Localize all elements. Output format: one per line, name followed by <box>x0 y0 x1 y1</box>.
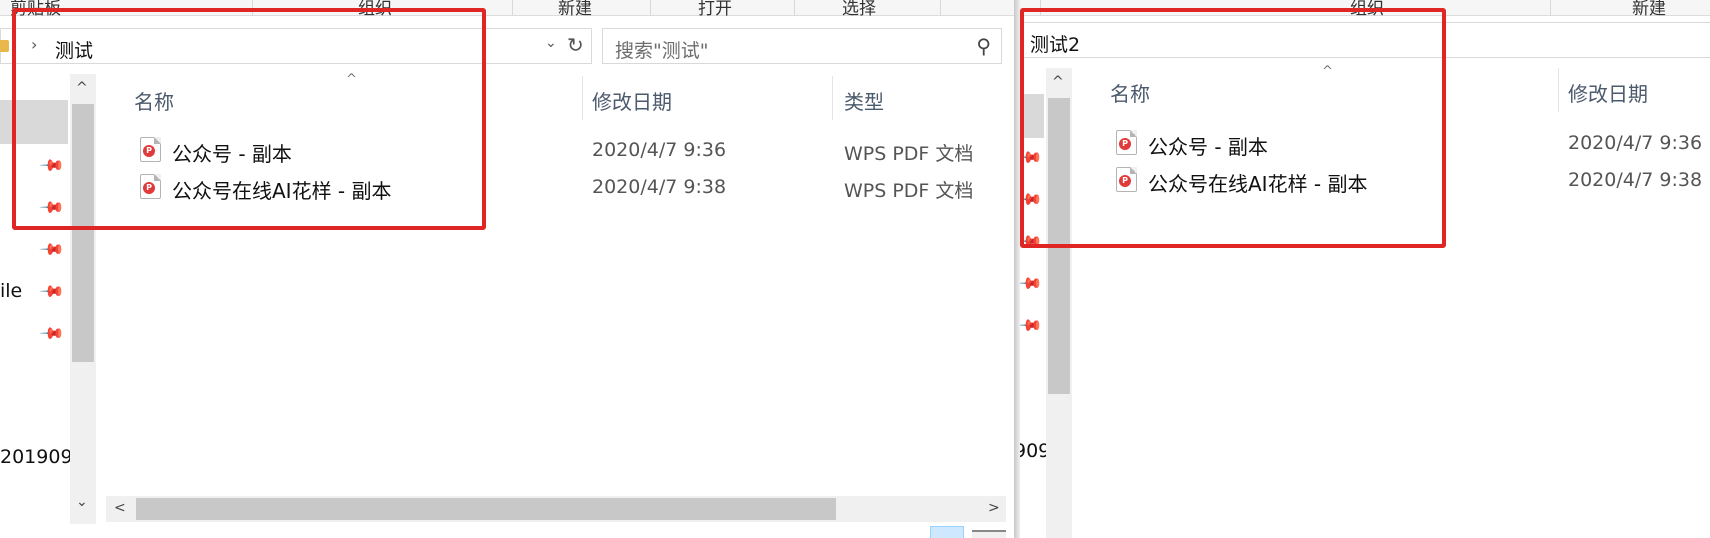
file-type: WPS PDF 文档 <box>844 180 974 202</box>
chevron-down-icon[interactable]: ⌄ <box>545 35 557 51</box>
file-list-horizontal-scrollbar[interactable]: < > <box>106 496 1006 522</box>
column-header-type[interactable]: 类型 <box>844 86 884 115</box>
ribbon-group-clipboard[interactable]: 剪贴板 <box>10 0 61 19</box>
nav-item-file[interactable]: ile <box>0 280 22 302</box>
file-row[interactable]: P 公众号在线AI花样 - 副本 2020/4/7 9:38 WPS PDF 文… <box>100 169 1000 205</box>
pdf-file-icon: P <box>1116 167 1137 192</box>
nav-vertical-scrollbar[interactable]: ^ <box>1046 68 1072 538</box>
refresh-icon[interactable]: ↻ <box>567 33 584 57</box>
scroll-up-icon[interactable]: ^ <box>1052 74 1064 90</box>
navigation-pane: 📌 📌 📌 📌 📌 ile 201909 <box>0 74 73 538</box>
ribbon-strip: 剪贴板 组织 新建 打开 选择 <box>0 0 1014 19</box>
address-bar[interactable]: › 测试 ⌄ ↻ <box>0 28 592 64</box>
nav-item-201909[interactable]: 201909 <box>0 446 73 468</box>
pin-icon: 📌 <box>38 235 66 264</box>
nav-vertical-scrollbar[interactable]: ^ ⌄ <box>70 74 96 524</box>
pin-icon: 📌 <box>1020 143 1044 172</box>
scroll-left-icon[interactable]: < <box>114 500 126 516</box>
file-name[interactable]: 公众号 - 副本 <box>172 138 292 167</box>
ribbon-group-organize[interactable]: 组织 <box>358 0 392 19</box>
column-header-date[interactable]: 修改日期 <box>592 86 672 115</box>
search-box[interactable]: 搜索"测试" ⚲ <box>602 28 1002 64</box>
file-date: 2020/4/7 9:38 <box>592 176 727 198</box>
search-icon[interactable]: ⚲ <box>976 34 991 58</box>
file-name[interactable]: 公众号 - 副本 <box>1148 131 1268 160</box>
sort-ascending-icon: ^ <box>346 72 357 87</box>
file-row[interactable]: P 公众号 - 副本 2020/4/7 9:36 <box>1076 125 1710 161</box>
pin-icon: 📌 <box>1020 269 1044 298</box>
scroll-right-icon[interactable]: > <box>988 500 1000 516</box>
chevron-right-icon[interactable]: › <box>31 35 37 54</box>
file-row[interactable]: P 公众号在线AI花样 - 副本 2020/4/7 9:38 <box>1076 162 1710 198</box>
nav-selected-item[interactable] <box>0 100 68 144</box>
search-placeholder[interactable]: 搜索"测试" <box>615 36 708 63</box>
ribbon-group-open[interactable]: 打开 <box>698 0 732 19</box>
pdf-file-icon: P <box>1116 130 1137 155</box>
scroll-down-icon[interactable]: ⌄ <box>76 494 88 510</box>
address-path[interactable]: 测试 <box>55 36 93 63</box>
ribbon-strip: 组织 新建 <box>1020 0 1710 19</box>
navigation-pane: 📌 📌 📌 📌 📌 909 <box>1020 68 1050 538</box>
file-date: 2020/4/7 9:36 <box>1568 132 1703 154</box>
pin-icon: 📌 <box>1020 227 1044 256</box>
pin-icon: 📌 <box>1020 311 1044 340</box>
pdf-file-icon: P <box>140 174 161 199</box>
file-date: 2020/4/7 9:36 <box>592 139 727 161</box>
pdf-file-icon: P <box>140 137 161 162</box>
folder-icon <box>0 40 9 52</box>
file-name[interactable]: 公众号在线AI花样 - 副本 <box>1148 168 1368 197</box>
large-icons-view-button[interactable] <box>972 530 1006 538</box>
sort-ascending-icon: ^ <box>1322 64 1333 79</box>
explorer-window-left: 剪贴板 组织 新建 打开 选择 › 测试 ⌄ ↻ 搜索"测试" ⚲ 📌 📌 📌 … <box>0 0 1014 538</box>
nav-selected-item[interactable] <box>1020 94 1044 138</box>
address-bar[interactable]: 测试2 <box>1020 22 1710 58</box>
pin-icon: 📌 <box>38 193 66 222</box>
scroll-thumb[interactable] <box>1048 98 1070 394</box>
column-header-date[interactable]: 修改日期 <box>1568 78 1648 107</box>
pin-icon: 📌 <box>38 277 66 306</box>
file-row[interactable]: P 公众号 - 副本 2020/4/7 9:36 WPS PDF 文档 <box>100 132 1000 168</box>
explorer-window-right: 组织 新建 测试2 📌 📌 📌 📌 📌 909 ^ ^ 名称 修改日期 P 公众… <box>1020 0 1710 538</box>
scroll-thumb[interactable] <box>136 498 836 520</box>
ribbon-group-select[interactable]: 选择 <box>842 0 876 19</box>
ribbon-group-organize[interactable]: 组织 <box>1350 0 1384 19</box>
address-path[interactable]: 测试2 <box>1030 30 1080 57</box>
pin-icon: 📌 <box>38 319 66 348</box>
pin-icon: 📌 <box>38 151 66 180</box>
ribbon-group-new[interactable]: 新建 <box>1632 0 1666 19</box>
file-date: 2020/4/7 9:38 <box>1568 169 1703 191</box>
ribbon-group-new[interactable]: 新建 <box>558 0 592 19</box>
file-type: WPS PDF 文档 <box>844 143 974 165</box>
column-header-name[interactable]: 名称 <box>1110 78 1150 107</box>
details-view-button[interactable] <box>930 526 964 538</box>
pin-icon: 📌 <box>1020 185 1044 214</box>
scroll-thumb[interactable] <box>72 104 94 362</box>
scroll-up-icon[interactable]: ^ <box>76 80 88 96</box>
file-name[interactable]: 公众号在线AI花样 - 副本 <box>172 175 392 204</box>
column-header-name[interactable]: 名称 <box>134 86 174 115</box>
